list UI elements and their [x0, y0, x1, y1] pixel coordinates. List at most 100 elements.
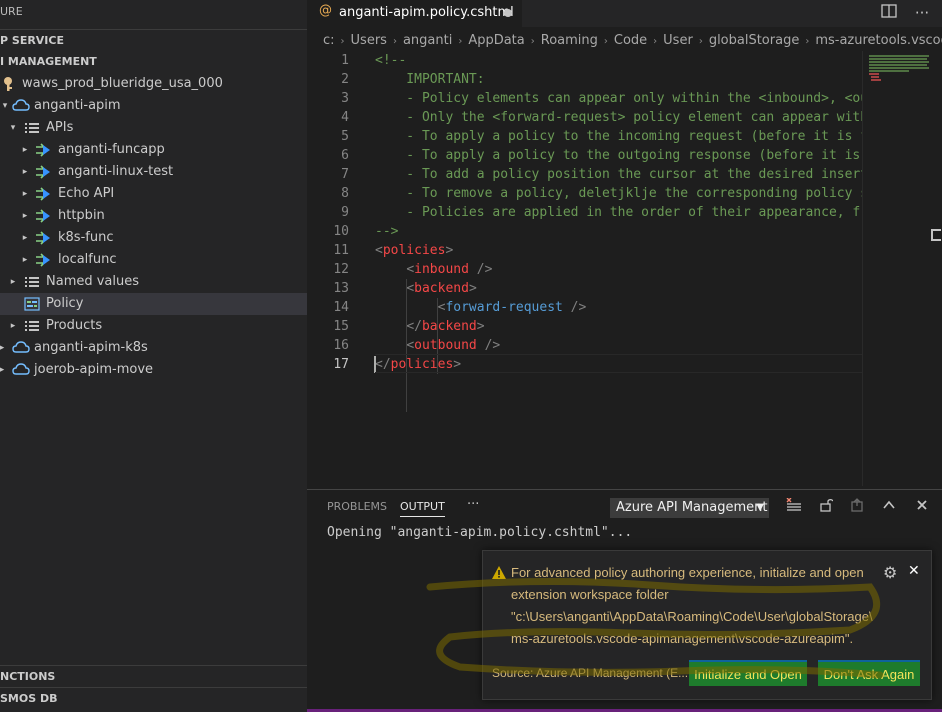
code-line[interactable]: 1 <!--	[307, 51, 862, 70]
tree-item-label: anganti-funcapp	[58, 142, 165, 157]
chevron-right-icon[interactable]: ▸	[20, 205, 30, 227]
breadcrumb-item[interactable]: Roaming	[541, 33, 598, 48]
chevron-right-icon: ›	[530, 36, 535, 47]
open-log-icon[interactable]	[847, 498, 867, 516]
code-editor[interactable]: 1 <!-- 2 IMPORTANT: 3 - Policy elements can…	[307, 51, 862, 486]
lock-scroll-icon[interactable]	[816, 498, 836, 516]
line-number: 9	[341, 205, 349, 220]
minimap-line	[869, 70, 909, 72]
breadcrumb-item[interactable]: AppData	[468, 33, 524, 48]
chevron-right-icon[interactable]: ▸	[0, 359, 7, 381]
tree-item-api-anganti-linux-test[interactable]: ▸ anganti-linux-test	[0, 161, 307, 183]
tree-item-service-anganti-apim-k8s[interactable]: ▸ anganti-apim-k8s	[0, 337, 307, 359]
tree-item-api-httpbin[interactable]: ▸ httpbin	[0, 205, 307, 227]
minimap-line	[869, 73, 879, 75]
api-icon	[35, 164, 51, 180]
chevron-right-icon: ›	[805, 36, 810, 47]
chevron-right-icon[interactable]: ▸	[20, 183, 30, 205]
breadcrumb-item[interactable]: ms-azuretools.vscode-apimar	[815, 33, 942, 48]
tree-item-label: anganti-apim-k8s	[34, 340, 148, 355]
scrollbar-thumb[interactable]	[931, 229, 941, 241]
split-editor-icon[interactable]	[879, 4, 899, 22]
tree-item-policy[interactable]: Policy	[0, 293, 307, 315]
section-functions[interactable]: NCTIONS	[0, 665, 307, 687]
code-line[interactable]: 14 <forward-request />	[307, 298, 862, 317]
tree-item-subscription[interactable]: waws_prod_blueridge_usa_000	[0, 73, 307, 95]
breadcrumb-item[interactable]: User	[663, 33, 693, 48]
unsaved-dot-icon[interactable]	[504, 9, 512, 17]
chevron-right-icon[interactable]: ▸	[8, 271, 18, 293]
clear-output-icon[interactable]	[784, 497, 804, 516]
code-line[interactable]: 10 -->	[307, 222, 862, 241]
code-line[interactable]: 4 - Only the <forward-request> policy el…	[307, 108, 862, 127]
maximize-panel-icon[interactable]	[879, 498, 899, 516]
code-line[interactable]: 9 - Policies are applied in the order of…	[307, 203, 862, 222]
close-panel-icon[interactable]	[912, 498, 932, 516]
chevron-right-icon: ›	[458, 36, 463, 47]
dont-ask-again-button[interactable]: Don't Ask Again	[818, 660, 920, 686]
minimap-line	[871, 79, 881, 81]
code-line[interactable]: 16 <outbound />	[307, 336, 862, 355]
breadcrumb-item[interactable]: Code	[614, 33, 647, 48]
tab-policy-file[interactable]: @ anganti-apim.policy.cshtml	[307, 0, 523, 27]
chevron-right-icon[interactable]: ▸	[20, 249, 30, 271]
chevron-right-icon: ›	[603, 36, 608, 47]
chevron-right-icon[interactable]: ▸	[8, 315, 18, 337]
breadcrumb-item[interactable]: globalStorage	[709, 33, 800, 48]
close-icon[interactable]: ✕	[908, 563, 920, 579]
line-number: 4	[341, 110, 349, 125]
code-line[interactable]: 3 - Policy elements can appear only with…	[307, 89, 862, 108]
code-line[interactable]: 13 <backend>	[307, 279, 862, 298]
tree-item-api-echo-api[interactable]: ▸ Echo API	[0, 183, 307, 205]
line-number: 16	[333, 338, 349, 353]
tab-problems[interactable]: PROBLEMS	[327, 500, 387, 513]
chevron-down-icon[interactable]: ▾	[0, 95, 10, 117]
chevron-right-icon[interactable]: ▸	[20, 227, 30, 249]
chevron-right-icon[interactable]: ▸	[20, 139, 30, 161]
section-api-management[interactable]: I MANAGEMENT	[0, 51, 307, 73]
breadcrumb-item[interactable]: c:	[323, 33, 335, 48]
cloud-icon	[12, 362, 30, 378]
policy-icon	[24, 296, 40, 312]
more-actions-icon[interactable]: ···	[912, 4, 932, 22]
chevron-right-icon[interactable]: ▸	[0, 337, 7, 359]
minimap[interactable]	[862, 51, 942, 486]
breadcrumb-item[interactable]: anganti	[403, 33, 452, 48]
tree-item-api-anganti-funcapp[interactable]: ▸ anganti-funcapp	[0, 139, 307, 161]
minimap-line	[869, 55, 929, 57]
chevron-right-icon[interactable]: ▸	[20, 161, 30, 183]
code-line[interactable]: 5 - To apply a policy to the incoming re…	[307, 127, 862, 146]
editor-tab-bar: @ anganti-apim.policy.cshtml ···	[307, 0, 942, 27]
line-number: 14	[333, 300, 349, 315]
panel-more-icon[interactable]: ···	[467, 497, 479, 512]
section-cosmos-db[interactable]: SMOS DB	[0, 687, 307, 709]
output-channel-value: Azure API Management	[616, 500, 768, 515]
code-line[interactable]: 8 - To remove a policy, deletjklje the c…	[307, 184, 862, 203]
code-line[interactable]: 2 IMPORTANT:	[307, 70, 862, 89]
code-line[interactable]: 11 <policies>	[307, 241, 862, 260]
tree-item-apis[interactable]: ▾ APIs	[0, 117, 307, 139]
tab-label: anganti-apim.policy.cshtml	[339, 5, 514, 20]
line-number: 2	[341, 72, 349, 87]
output-channel-select[interactable]: Azure API Management ▼	[610, 498, 769, 518]
notification-message: For advanced policy authoring experience…	[511, 562, 891, 650]
initialize-and-open-button[interactable]: Initialize and Open	[689, 660, 807, 686]
code-text: - To apply a policy to the outgoing resp…	[375, 148, 862, 163]
minimap-line	[869, 58, 927, 60]
tree-item-service-joerob-apim-move[interactable]: ▸ joerob-apim-move	[0, 359, 307, 381]
gear-icon[interactable]: ⚙	[883, 563, 897, 582]
tree-item-api-localfunc[interactable]: ▸ localfunc	[0, 249, 307, 271]
code-line[interactable]: 7 - To add a policy position the cursor …	[307, 165, 862, 184]
tree-item-service-anganti-apim[interactable]: ▾ anganti-apim	[0, 95, 307, 117]
tree-item-products[interactable]: ▸ Products	[0, 315, 307, 337]
tab-output[interactable]: OUTPUT	[400, 500, 445, 517]
tree-item-api-k8s-func[interactable]: ▸ k8s-func	[0, 227, 307, 249]
code-line[interactable]: 15 </backend>	[307, 317, 862, 336]
line-number: 17	[333, 357, 349, 372]
code-line[interactable]: 12 <inbound />	[307, 260, 862, 279]
code-line[interactable]: 6 - To apply a policy to the outgoing re…	[307, 146, 862, 165]
breadcrumb-item[interactable]: Users	[351, 33, 387, 48]
section-app-service[interactable]: P SERVICE	[0, 29, 307, 51]
chevron-down-icon[interactable]: ▾	[8, 117, 18, 139]
tree-item-named-values[interactable]: ▸ Named values	[0, 271, 307, 293]
